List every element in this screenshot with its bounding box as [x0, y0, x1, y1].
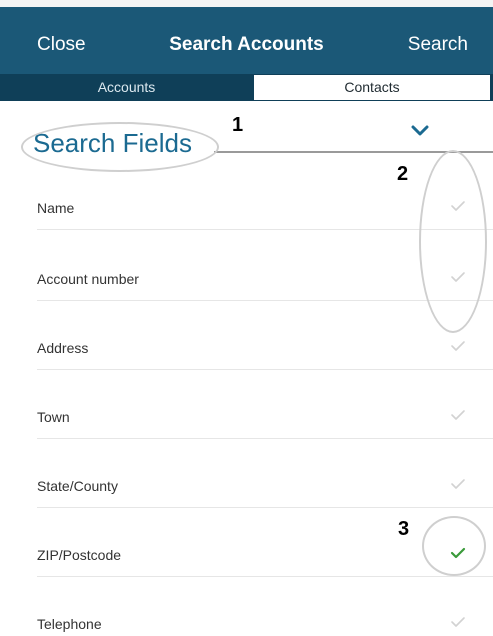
checkmark-icon[interactable] [450, 616, 466, 628]
field-row-address[interactable]: Address [37, 302, 493, 370]
annotation-circle-selected [422, 516, 486, 576]
field-row-telephone[interactable]: Telephone [37, 578, 493, 636]
tab-contacts[interactable]: Contacts [253, 74, 491, 101]
annotation-ellipse-checkmarks [419, 150, 487, 333]
annotation-number-3: 3 [398, 518, 410, 540]
annotation-ellipse-title [21, 122, 219, 172]
field-label: Account number [37, 271, 139, 287]
search-button[interactable]: Search [408, 34, 468, 56]
navigation-bar: Close Search Accounts Search [0, 7, 493, 74]
checkmark-icon[interactable] [450, 478, 466, 490]
field-label: Name [37, 200, 75, 216]
annotation-number-2: 2 [397, 163, 409, 185]
tab-accounts[interactable]: Accounts [0, 74, 253, 101]
checkmark-icon[interactable] [450, 340, 466, 352]
chevron-down-icon[interactable] [410, 124, 430, 138]
field-label: Telephone [37, 616, 102, 632]
field-label: Address [37, 340, 89, 356]
annotation-number-1: 1 [232, 114, 244, 136]
field-label: Town [37, 409, 70, 425]
checkmark-icon[interactable] [450, 409, 466, 421]
field-row-state-county[interactable]: State/County [37, 440, 493, 508]
field-label: ZIP/Postcode [37, 547, 122, 563]
segmented-control: Accounts Contacts [0, 74, 493, 101]
field-label: State/County [37, 478, 118, 494]
status-strip [0, 0, 493, 7]
field-row-town[interactable]: Town [37, 371, 493, 439]
